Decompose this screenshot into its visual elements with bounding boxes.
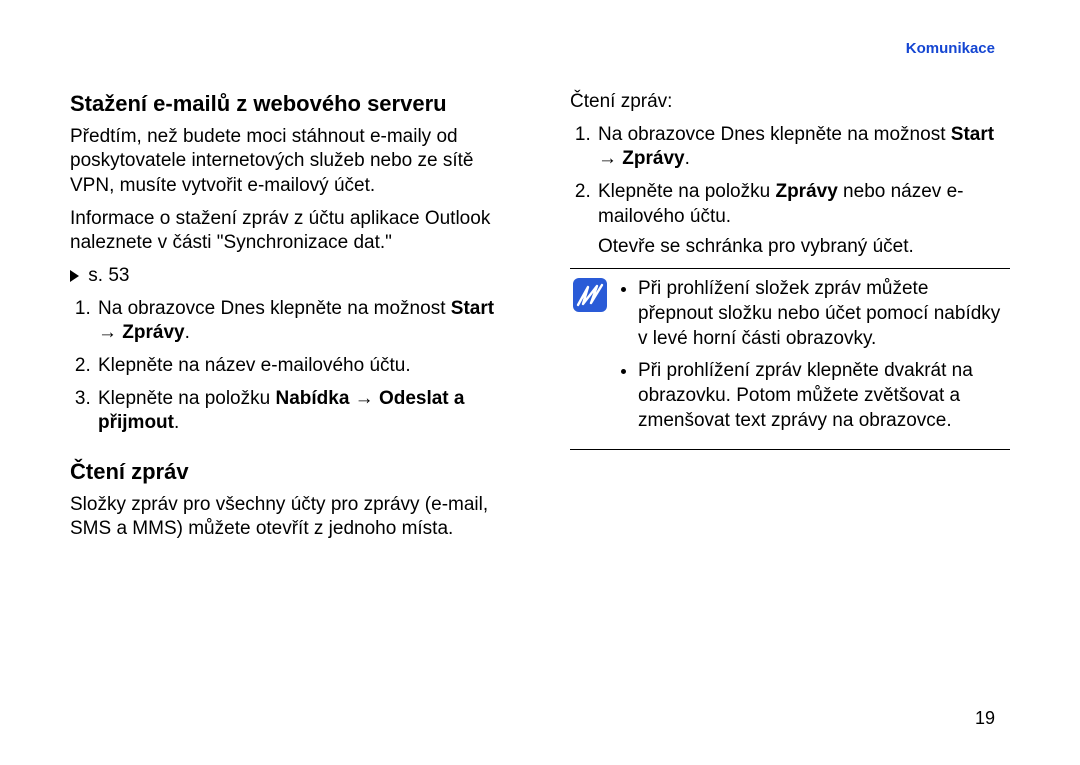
note-box: Při prohlížení složek zpráv můžete přepn…: [570, 268, 1010, 450]
step-2: Klepněte na název e-mailového účtu.: [96, 354, 510, 379]
read-messages-paragraph: Složky zpráv pro všechny účty pro zprávy…: [70, 493, 510, 542]
r-step-1: Na obrazovce Dnes klepněte na možnost St…: [596, 123, 1010, 172]
triangle-icon: [70, 270, 79, 282]
right-column: Čtení zpráv: Na obrazovce Dnes klepněte …: [570, 90, 1010, 550]
r-step-2: Klepněte na položku Zprávy nebo název e-…: [596, 180, 1010, 260]
r-step-2-bold: Zprávy: [775, 181, 837, 202]
step-3-text: Klepněte na položku: [98, 388, 275, 409]
steps-list-2: Na obrazovce Dnes klepněte na možnost St…: [570, 123, 1010, 260]
r-step-2-text: Klepněte na položku: [598, 181, 775, 202]
note-content: Při prohlížení složek zpráv můžete přepn…: [620, 277, 1008, 441]
step-1: Na obrazovce Dnes klepněte na možnost St…: [96, 297, 510, 346]
r-step-2-result: Otevře se schránka pro vybraný účet.: [598, 235, 1010, 260]
note-icon: [572, 277, 608, 441]
heading-read-messages: Čtení zpráv: [70, 458, 510, 487]
steps-list-1: Na obrazovce Dnes klepněte na možnost St…: [70, 297, 510, 436]
heading-download-email: Stažení e-mailů z webového serveru: [70, 90, 510, 119]
left-column: Stažení e-mailů z webového serveru Předt…: [70, 90, 510, 550]
step-3: Klepněte na položku Nabídka → Odeslat a …: [96, 387, 510, 436]
page-number: 19: [975, 708, 995, 729]
step-1-tail: .: [185, 322, 190, 343]
read-lead: Čtení zpráv:: [570, 90, 1010, 115]
r-step-1-tail: .: [685, 148, 690, 169]
step-1-text: Na obrazovce Dnes klepněte na možnost: [98, 298, 451, 319]
note-item-1: Při prohlížení složek zpráv můžete přepn…: [638, 277, 1008, 351]
page-reference-text: s. 53: [88, 265, 129, 286]
intro-paragraph-1: Předtím, než budete moci stáhnout e-mail…: [70, 125, 510, 199]
note-item-2: Při prohlížení zpráv klepněte dvakrát na…: [638, 359, 1008, 433]
intro-paragraph-2: Informace o stažení zpráv z účtu aplikac…: [70, 207, 510, 256]
r-step-1-text: Na obrazovce Dnes klepněte na možnost: [598, 124, 951, 145]
page-reference: s. 53: [70, 264, 510, 289]
section-header: Komunikace: [906, 40, 995, 57]
step-3-tail: .: [174, 412, 179, 433]
